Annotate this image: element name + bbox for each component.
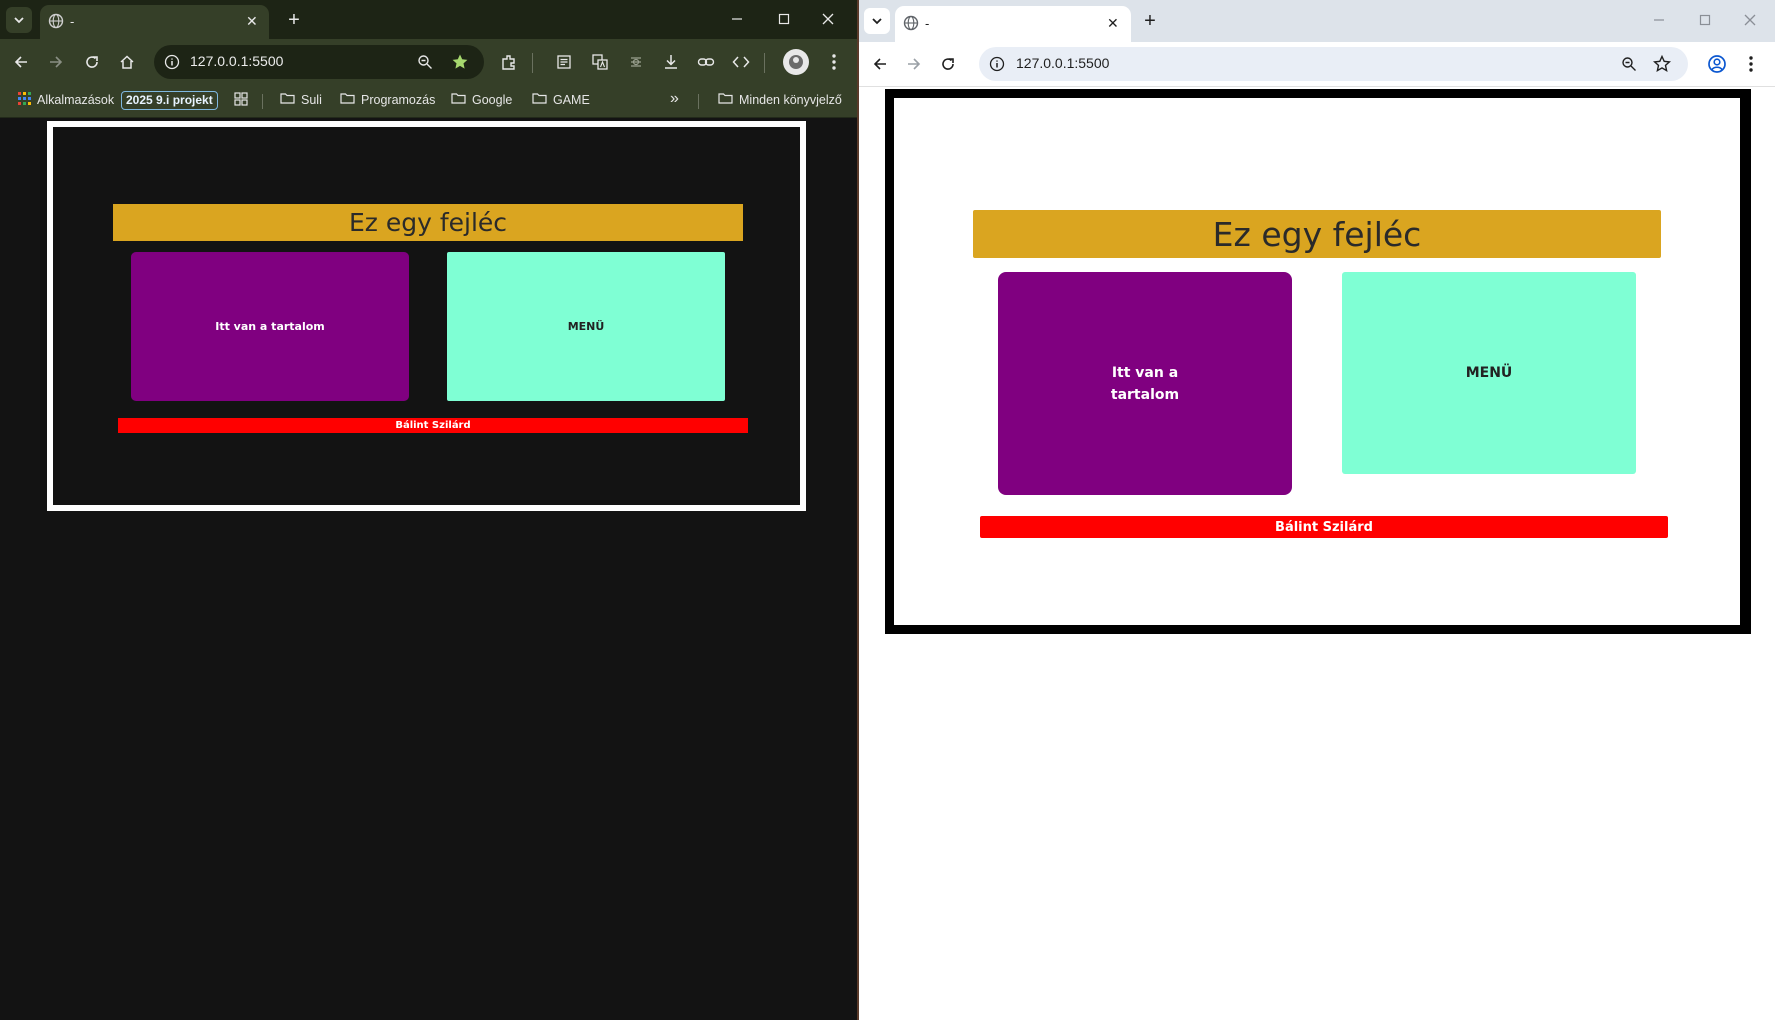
media-icon[interactable]	[624, 50, 648, 74]
new-tab-button[interactable]: +	[1139, 10, 1161, 32]
avatar[interactable]	[783, 49, 809, 75]
back-icon[interactable]	[9, 50, 33, 74]
minimize-icon[interactable]	[1648, 9, 1670, 31]
bookmark-folder-game[interactable]: GAME	[532, 92, 590, 107]
page-footer: Bálint Szilárd	[118, 418, 748, 433]
forward-icon[interactable]	[44, 50, 68, 74]
address-bar[interactable]: 127.0.0.1:5500	[154, 45, 484, 79]
content-box: Itt van a tartalom	[998, 272, 1292, 495]
apps-grid-icon	[18, 92, 31, 108]
bookmarks-bar: Alkalmazások 2025 9.i projekt Suli Progr…	[0, 85, 857, 118]
chevron-down-icon	[14, 17, 24, 24]
bookmarks-divider	[262, 94, 263, 109]
extensions-icon[interactable]	[497, 50, 521, 74]
globe-icon	[48, 13, 64, 34]
minimize-icon[interactable]	[726, 8, 748, 30]
page-header: Ez egy fejléc	[973, 210, 1661, 258]
download-icon[interactable]	[659, 50, 683, 74]
menu-box: MENÜ	[447, 252, 725, 401]
back-icon[interactable]	[868, 52, 892, 76]
url-text: 127.0.0.1:5500	[190, 53, 284, 69]
bookmark-label: Alkalmazások	[37, 93, 115, 107]
site-info-icon[interactable]	[164, 54, 180, 70]
folder-icon	[451, 92, 466, 107]
toolbar: 127.0.0.1:5500	[0, 39, 857, 85]
bookmark-apps[interactable]: Alkalmazások	[18, 92, 114, 108]
bookmark-label: Programozás	[361, 92, 436, 107]
page-footer: Bálint Szilárd	[980, 516, 1668, 538]
kebab-menu-icon[interactable]	[822, 50, 846, 74]
forward-icon[interactable]	[902, 52, 926, 76]
site-info-icon[interactable]	[989, 56, 1005, 72]
bookmark-folder-programozas[interactable]: Programozás	[340, 92, 435, 107]
bookmark-chip-label: 2025 9.i projekt	[121, 91, 218, 110]
zoom-icon[interactable]	[416, 53, 434, 71]
address-bar[interactable]: 127.0.0.1:5500	[979, 47, 1688, 81]
page-frame: Ez egy fejléc Itt van a tartalom MENÜ Bá…	[885, 89, 1751, 634]
reading-mode-icon[interactable]	[552, 50, 576, 74]
toolbar: 127.0.0.1:5500	[859, 42, 1775, 87]
chevron-down-icon	[872, 18, 882, 25]
folder-icon	[280, 92, 295, 107]
bookmark-star-icon[interactable]	[451, 53, 469, 71]
bookmark-label: Suli	[301, 92, 322, 107]
folder-icon	[532, 92, 547, 107]
bookmark-label: Google	[472, 92, 513, 107]
close-tab-icon[interactable]: ✕	[246, 13, 258, 30]
bookmark-label: Minden könyvjelző	[739, 92, 842, 107]
bookmark-label: GAME	[553, 92, 590, 107]
home-icon[interactable]	[115, 50, 139, 74]
content-box: Itt van a tartalom	[131, 252, 409, 401]
tab-strip: - ✕ +	[859, 0, 1775, 42]
browser-window-right: - ✕ + 127.0.0.1:5500 Ez egy fejléc Itt v…	[859, 0, 1775, 1020]
bookmarks-overflow-button[interactable]: »	[670, 90, 679, 108]
close-tab-icon[interactable]: ✕	[1107, 15, 1119, 32]
zoom-icon[interactable]	[1620, 55, 1638, 73]
reload-icon[interactable]	[80, 50, 104, 74]
new-tab-button[interactable]: +	[283, 9, 305, 31]
menu-box: MENÜ	[1342, 272, 1636, 474]
code-icon[interactable]	[729, 50, 753, 74]
tab-title: -	[925, 16, 930, 31]
tab-title: -	[70, 14, 75, 29]
tab-search-button[interactable]	[864, 8, 890, 34]
page-container: Ez egy fejléc Itt van a tartalom MENÜ Bá…	[53, 127, 800, 505]
folder-icon	[340, 92, 355, 107]
maximize-icon[interactable]	[1694, 9, 1716, 31]
bookmark-folder-suli[interactable]: Suli	[280, 92, 322, 107]
page-frame: Ez egy fejléc Itt van a tartalom MENÜ Bá…	[47, 121, 806, 511]
globe-icon	[903, 15, 919, 36]
kebab-menu-icon[interactable]	[1739, 52, 1763, 76]
reload-icon[interactable]	[936, 52, 960, 76]
folder-icon	[718, 92, 733, 107]
bookmark-folder-google[interactable]: Google	[451, 92, 512, 107]
bookmark-project-chip[interactable]: 2025 9.i projekt	[121, 91, 218, 110]
all-bookmarks-folder[interactable]: Minden könyvjelző	[718, 92, 842, 107]
translate-icon[interactable]	[588, 50, 612, 74]
bookmarks-divider	[698, 94, 699, 109]
tab-search-button[interactable]	[6, 7, 32, 33]
page-container: Ez egy fejléc Itt van a tartalom MENÜ Bá…	[894, 98, 1740, 625]
url-text: 127.0.0.1:5500	[1016, 55, 1110, 71]
close-window-icon[interactable]	[817, 8, 839, 30]
tab-strip: - ✕ +	[0, 0, 857, 39]
toolbar-divider	[764, 53, 765, 73]
tab-groups-icon[interactable]	[234, 92, 248, 106]
toolbar-divider	[532, 53, 533, 73]
link-icon[interactable]	[694, 50, 718, 74]
tab-active[interactable]: - ✕	[895, 6, 1131, 42]
maximize-icon[interactable]	[773, 8, 795, 30]
browser-window-left: - ✕ + 127.0.0.1:5500 Alkalmazások 2025 9…	[0, 0, 857, 1020]
profile-icon[interactable]	[1705, 52, 1729, 76]
close-window-icon[interactable]	[1739, 9, 1761, 31]
tab-active[interactable]: - ✕	[40, 5, 269, 39]
bookmark-star-icon[interactable]	[1653, 55, 1671, 73]
page-header: Ez egy fejléc	[113, 204, 743, 241]
